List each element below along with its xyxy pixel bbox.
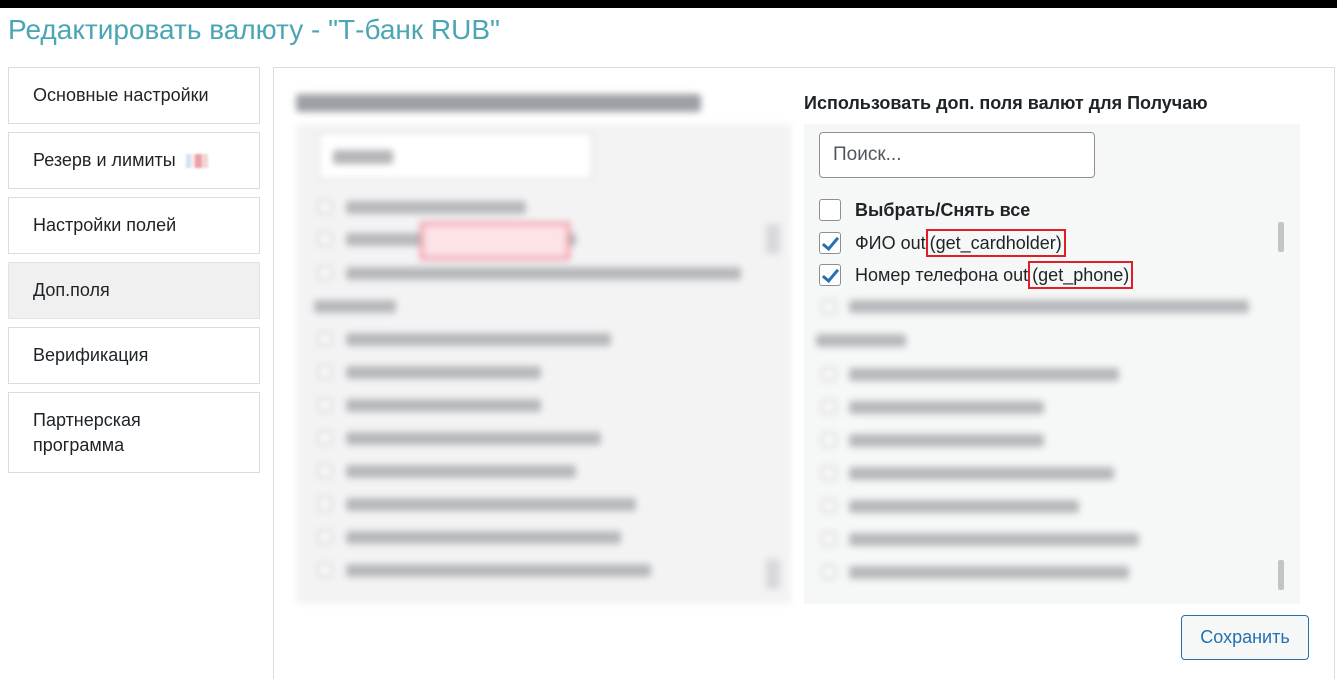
blurred-checkbox xyxy=(318,497,332,511)
receive-fields-title: Использовать доп. поля валют для Получаю xyxy=(804,93,1208,113)
select-all-checkbox[interactable] xyxy=(819,199,841,221)
blurred-title xyxy=(296,94,701,112)
blurred-scrollbar xyxy=(766,559,780,589)
tab-label-line2: программа xyxy=(33,434,125,455)
tab-label: Основные настройки xyxy=(33,85,209,105)
phone-checkbox[interactable] xyxy=(819,264,841,286)
field-label: Номер телефона out xyxy=(855,264,1029,285)
select-all-option[interactable]: Выбрать/Снять все xyxy=(819,196,1030,224)
receive-fields-list: Выбрать/Снять все ФИО out (get_cardholde… xyxy=(804,124,1300,604)
blurred-checkbox xyxy=(318,200,332,214)
field-code-highlighted: (get_cardholder) xyxy=(925,229,1066,257)
save-button[interactable]: Сохранить xyxy=(1181,615,1309,660)
tab-main-settings[interactable]: Основные настройки xyxy=(8,67,260,124)
blurred-row xyxy=(346,465,576,478)
tab-label: Партнерская xyxy=(33,409,141,430)
blurred-row xyxy=(346,201,526,214)
list-scrollbar-thumb[interactable] xyxy=(1278,222,1284,252)
blurred-checkbox xyxy=(318,398,332,412)
blurred-row xyxy=(346,432,601,445)
blurred-checkbox xyxy=(318,464,332,478)
blurred-row xyxy=(346,531,621,544)
blurred-checkbox xyxy=(318,332,332,346)
blurred-search-input xyxy=(318,132,593,180)
top-bar xyxy=(0,0,1337,8)
field-option-phone[interactable]: Номер телефона out (get_phone) xyxy=(819,261,1134,289)
blurred-checkbox xyxy=(318,431,332,445)
blurred-field-options xyxy=(804,292,1300,604)
blurred-row xyxy=(346,498,636,511)
field-option-cardholder[interactable]: ФИО out (get_cardholder) xyxy=(819,229,1066,257)
blurred-row xyxy=(314,300,396,313)
tab-label: Верификация xyxy=(33,345,149,365)
tab-verification[interactable]: Верификация xyxy=(8,327,260,384)
give-fields-panel-blurred xyxy=(296,88,791,604)
blurred-checkbox xyxy=(318,232,332,246)
blurred-scrollbar xyxy=(766,224,780,254)
tab-extra-fields[interactable]: Доп.поля xyxy=(8,262,260,319)
blurred-checkbox xyxy=(318,530,332,544)
tab-partner-program[interactable]: Партнерская программа xyxy=(8,392,260,473)
tab-label: Доп.поля xyxy=(33,280,110,300)
tab-reserve-limits[interactable]: Резерв и лимиты xyxy=(8,132,260,189)
page-title: Редактировать валюту - "Т-банк RUB" xyxy=(8,14,500,45)
field-code-highlighted: (get_phone) xyxy=(1028,261,1134,289)
flag-icon xyxy=(185,153,208,168)
blurred-row xyxy=(346,333,611,346)
blurred-row xyxy=(346,267,741,280)
search-input[interactable] xyxy=(819,132,1095,178)
blurred-highlight-box xyxy=(420,222,570,260)
field-label: ФИО out xyxy=(855,232,926,253)
blurred-row xyxy=(346,564,651,577)
cardholder-checkbox[interactable] xyxy=(819,232,841,254)
select-all-label: Выбрать/Снять все xyxy=(855,199,1031,220)
blurred-checkbox xyxy=(318,365,332,379)
blurred-row xyxy=(346,399,541,412)
blurred-checkbox xyxy=(318,266,332,280)
tab-label: Резерв и лимиты xyxy=(33,150,176,170)
tab-field-settings[interactable]: Настройки полей xyxy=(8,197,260,254)
blurred-checkbox xyxy=(318,563,332,577)
tab-label: Настройки полей xyxy=(33,215,177,235)
blurred-row xyxy=(346,366,541,379)
